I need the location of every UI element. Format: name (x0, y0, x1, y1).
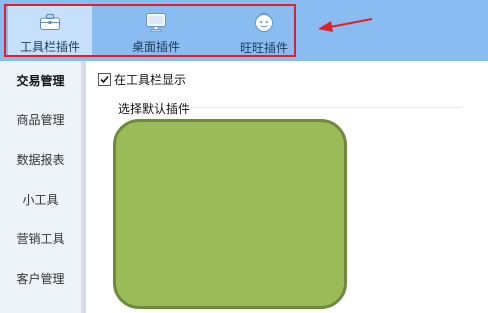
plugin-toolbar: 工具栏插件 桌面插件 旺旺插件 (0, 0, 488, 61)
select-default-plugin-label: 选择默认插件 (118, 102, 191, 116)
toolbox-icon (39, 11, 61, 32)
sidebar-item-customer-management[interactable]: 客户管理 (0, 259, 81, 299)
tab-wangwang-plugins[interactable]: 旺旺插件 (222, 6, 306, 55)
show-in-toolbar-row: 在工具栏显示 (98, 71, 186, 88)
default-plugin-preview[interactable] (113, 119, 347, 309)
tab-label: 旺旺插件 (239, 41, 288, 55)
section-divider (182, 107, 462, 108)
checkmark-icon (100, 75, 109, 84)
sidebar: 交易管理 商品管理 数据报表 小工具 营销工具 客户管理 (0, 61, 81, 313)
sidebar-item-tools[interactable]: 小工具 (0, 180, 81, 220)
sidebar-item-trade-management[interactable]: 交易管理 (0, 61, 81, 101)
annotation-arrow-icon (316, 14, 374, 39)
tab-toolbar-plugins[interactable]: 工具栏插件 (8, 6, 92, 55)
tab-desktop-plugins[interactable]: 桌面插件 (114, 6, 198, 55)
monitor-icon (145, 11, 167, 32)
tab-label: 桌面插件 (131, 40, 180, 54)
sidebar-item-marketing-tools[interactable]: 营销工具 (0, 219, 81, 259)
wangwang-icon (253, 11, 275, 33)
show-in-toolbar-checkbox[interactable] (98, 73, 111, 86)
main-panel: 在工具栏显示 选择默认插件 (86, 61, 488, 313)
show-in-toolbar-label: 在工具栏显示 (114, 73, 187, 87)
tab-label: 工具栏插件 (19, 40, 80, 54)
sidebar-item-product-management[interactable]: 商品管理 (0, 100, 81, 140)
sidebar-item-data-reports[interactable]: 数据报表 (0, 140, 81, 180)
